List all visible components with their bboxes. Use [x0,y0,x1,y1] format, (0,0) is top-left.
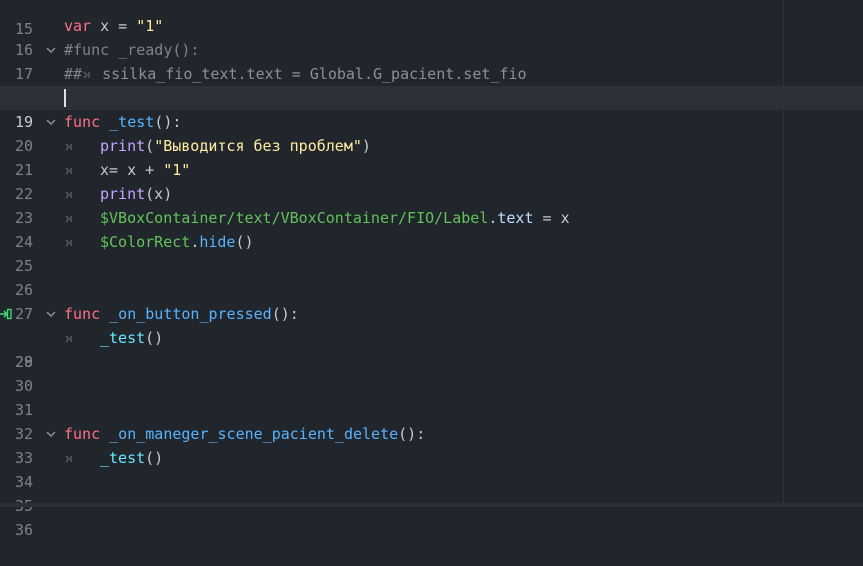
code-text: x= x + "1" [64,158,190,182]
code-editor[interactable]: 15 16 var x = "1" 17 #func _ready(): 18 … [0,0,863,539]
code-line[interactable]: 21 print("Выводится без проблем") [0,134,863,179]
fold-chevron-icon[interactable] [44,38,58,62]
code-token: . [488,209,498,227]
string-token: "Выводится без проблем" [154,137,362,155]
code-line[interactable]: 23 print(x) [0,182,863,227]
code-text: func _on_button_pressed(): [64,302,299,326]
text-caret [64,89,66,107]
code-text: $VBoxContainer/text/VBoxContainer/FIO/La… [64,206,570,230]
comment-token: ssilka_fio_text.text = Global.G_pacient.… [102,65,527,83]
code-token: (): [154,113,182,131]
property-token: text [497,209,534,227]
fold-chevron-icon[interactable] [44,110,58,134]
code-line[interactable]: 18 ##ssilka_fio_text.text = Global.G_pac… [0,62,863,107]
keyword-token: func [64,305,101,323]
tab-indicator-icon [64,158,100,182]
line-number: 36 [14,521,33,539]
code-token: = x [533,209,570,227]
code-token: () [145,329,164,347]
code-line[interactable]: 25 $ColorRect.hide() [0,230,863,275]
code-line[interactable]: 17 #func _ready(): [0,38,863,83]
code-text: ## ssilka_fio_text.text = Global.G_pacien… [64,62,527,86]
code-line[interactable]: 32 [0,398,863,443]
tab-indicator-icon [82,62,98,86]
builtin-token: print [100,185,146,203]
string-token: "1" [163,161,191,179]
code-line[interactable]: 31 [0,374,863,419]
node-path-token: $VBoxContainer/text/VBoxContainer/FIO/La… [100,209,489,227]
code-text: func _test(): [64,110,181,134]
code-token: x = [91,17,137,35]
code-token: ( [145,137,155,155]
code-line[interactable]: 20 func _test(): [0,110,863,155]
code-line[interactable]: 16 var x = "1" [0,14,863,59]
tab-indicator-icon [64,134,100,158]
code-line[interactable]: 28 func _on_button_pressed(): [0,302,863,371]
builtin-token: print [100,137,146,155]
keyword-token: var [64,17,92,35]
tab-indicator-icon [64,206,100,230]
code-token: () [235,233,254,251]
code-line[interactable]: 30 [0,350,863,395]
code-line[interactable]: 35 [0,470,863,515]
code-line[interactable]: 24 $VBoxContainer/text/VBoxContainer/FIO… [0,206,863,251]
code-line[interactable]: 34 _test() [0,446,863,491]
function-name-token: _test [109,113,155,131]
method-token: hide [199,233,236,251]
code-line[interactable]: 26 [0,254,863,299]
node-path-token: $ColorRect [100,233,191,251]
function-name-token: _on_maneger_scene_pacient_delete [109,425,399,443]
function-name-token: _on_button_pressed [109,305,272,323]
code-line[interactable]: 27 [0,278,863,323]
code-token: x= x + [100,161,164,179]
code-text: print(x) [64,182,172,206]
code-token: (x) [145,185,173,203]
code-token: () [145,449,164,467]
function-call-token: _test [100,329,146,347]
code-text: var x = "1" [64,14,163,38]
fold-chevron-icon[interactable] [44,302,58,326]
string-token: "1" [136,17,164,35]
code-text: _test() [64,326,163,350]
code-line[interactable]: 29 _test() [0,326,863,371]
tab-indicator-icon [64,182,100,206]
tab-indicator-icon [64,230,100,254]
code-token: ) [361,137,371,155]
code-text: print("Выводится без проблем") [64,134,371,158]
comment-token: #func _ready(): [64,41,200,59]
code-line[interactable]: 33 func _on_maneger_scene_pacient_delete… [0,422,863,467]
signal-connection-icon[interactable] [0,302,12,326]
code-token: (): [398,425,426,443]
editor-bottom-border [0,503,863,507]
code-token: (): [271,305,299,323]
line-length-guide [783,0,784,507]
code-token: . [190,233,200,251]
tab-indicator-icon [64,446,100,470]
code-text: $ColorRect.hide() [64,230,254,254]
tab-indicator-icon [64,326,100,350]
keyword-token: func [64,425,101,443]
current-code-line[interactable]: 19 [0,86,863,131]
function-call-token: _test [100,449,146,467]
code-text: _test() [64,446,163,470]
code-line[interactable]: 22 x= x + "1" [0,158,863,203]
code-text: func _on_maneger_scene_pacient_delete(): [64,422,425,446]
fold-chevron-icon[interactable] [44,422,58,446]
comment-prefix-token: ## [64,65,83,83]
keyword-token: func [64,113,101,131]
